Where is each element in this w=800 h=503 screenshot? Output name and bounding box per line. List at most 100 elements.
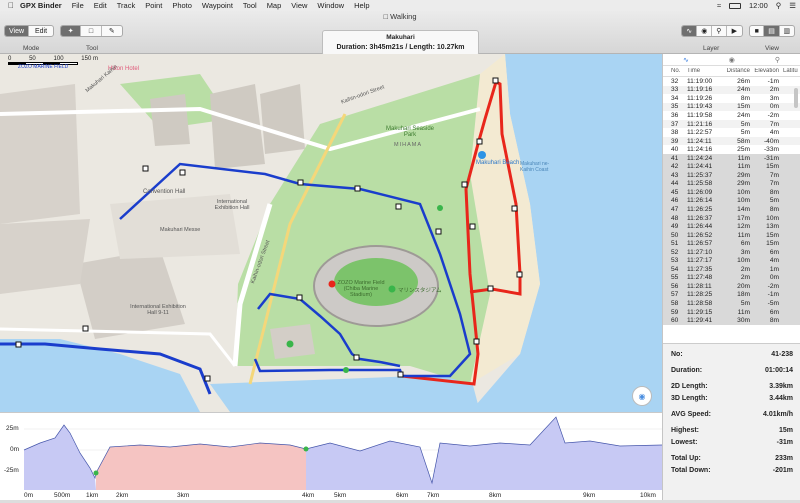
table-row[interactable]: 32 11:19:00 26m -1m: [663, 77, 800, 86]
track-end-marker[interactable]: [343, 367, 349, 373]
menu-photo[interactable]: Photo: [172, 1, 192, 10]
table-row[interactable]: 39 11:24:11 58m -40m: [663, 136, 800, 146]
table-row[interactable]: 54 11:27:35 2m 1m: [663, 265, 800, 274]
menu-waypoint[interactable]: Waypoint: [202, 1, 233, 10]
table-row[interactable]: 56 11:28:11 20m -2m: [663, 282, 800, 291]
stat-avg-speed: AVG Speed: 4.01km/h: [671, 411, 793, 418]
menu-app[interactable]: GPX Binder: [20, 1, 62, 10]
menu-edit[interactable]: Edit: [94, 1, 107, 10]
menu-file[interactable]: File: [72, 1, 84, 10]
table-row[interactable]: 50 11:26:52 11m 15m: [663, 230, 800, 240]
view-segment: ■ ▤ ▥: [749, 25, 795, 37]
table-row[interactable]: 35 11:19:43 15m 0m: [663, 102, 800, 112]
view-sidebar-icon[interactable]: ▥: [780, 26, 794, 36]
table-row[interactable]: 44 11:25:58 29m 7m: [663, 179, 800, 189]
table-row[interactable]: 48 11:26:37 17m 10m: [663, 213, 800, 223]
photo-tab-icon[interactable]: ◉: [729, 56, 735, 64]
table-row[interactable]: 43 11:25:37 29m 7m: [663, 171, 800, 180]
table-cell: 42: [671, 163, 679, 171]
table-row[interactable]: 59 11:29:15 11m 6m: [663, 307, 800, 317]
profile-chart[interactable]: [0, 413, 663, 501]
table-row[interactable]: 49 11:26:44 12m 13m: [663, 222, 800, 231]
table-cell: 11:28:58: [687, 299, 713, 307]
beach-poi-icon[interactable]: [478, 151, 486, 159]
col-elevation[interactable]: Elevation: [750, 68, 779, 74]
col-no[interactable]: No.: [663, 68, 683, 74]
menu-view[interactable]: View: [291, 1, 307, 10]
track-start-marker[interactable]: [437, 205, 443, 211]
table-row[interactable]: 42 11:24:41 11m 15m: [663, 162, 800, 172]
point-table[interactable]: 32 11:19:00 26m -1m 33 11:19:16 24m 2m 34 11:19:2…: [663, 77, 800, 325]
menu-help[interactable]: Help: [354, 1, 369, 10]
profile-start-marker[interactable]: [93, 470, 99, 476]
table-row[interactable]: 40 11:24:16 25m -33m: [663, 145, 800, 154]
menu-map[interactable]: Map: [267, 1, 282, 10]
apple-icon[interactable]: : [8, 1, 14, 10]
rectangle-tool-icon[interactable]: □: [81, 26, 102, 36]
scale-label: 50: [29, 56, 36, 62]
mode-edit-button[interactable]: Edit: [29, 26, 53, 36]
table-row[interactable]: 53 11:27:17 10m 4m: [663, 256, 800, 266]
menu-list-icon[interactable]: ☰: [789, 1, 796, 10]
col-distance[interactable]: Distance: [721, 68, 750, 74]
table-cell: 15m: [766, 231, 779, 239]
table-row[interactable]: 45 11:26:09 10m 8m: [663, 188, 800, 197]
mode-view-button[interactable]: View: [5, 26, 30, 36]
pen-tool-icon[interactable]: ✎: [102, 26, 122, 36]
track-layer-icon[interactable]: ∿: [682, 26, 698, 36]
menu-window[interactable]: Window: [317, 1, 344, 10]
table-row[interactable]: 41 11:24:24 11m -31m: [663, 153, 800, 163]
map-view[interactable]: 0 50 100 150 m ZOZO MARINE FIELD Hilton …: [0, 54, 662, 412]
table-row[interactable]: 46 11:26:14 10m 5m: [663, 196, 800, 206]
table-cell: 50: [671, 231, 679, 239]
wifi-icon[interactable]: ≈: [717, 1, 721, 10]
waypoint-layer-icon[interactable]: ⚲: [712, 26, 727, 36]
window-toolbar: □ Walking View Edit Mode ✦ □ ✎ Tool Maku…: [0, 11, 800, 56]
table-row[interactable]: 37 11:21:16 5m 7m: [663, 119, 800, 129]
table-cell: 2m: [740, 274, 750, 282]
view-label: View: [765, 45, 779, 52]
table-row[interactable]: 38 11:22:57 5m 4m: [663, 128, 800, 137]
sidebar-tabs: ∿ ◉ ⚲: [663, 54, 800, 66]
table-cell: 7m: [769, 180, 779, 188]
menu-track[interactable]: Track: [117, 1, 135, 10]
map-label: International Exhibition Hall 9-11: [130, 304, 186, 316]
map-canvas[interactable]: [0, 54, 662, 412]
pointer-tool-icon[interactable]: ✦: [61, 26, 82, 36]
clock[interactable]: 12:00: [749, 1, 768, 10]
stat-lowest: Lowest: -31m: [671, 439, 793, 446]
extra-layer-icon[interactable]: ▶: [727, 26, 742, 36]
table-row[interactable]: 58 11:28:58 5m -5m: [663, 299, 800, 308]
building-tower: [260, 84, 305, 154]
waypoint-tab-icon[interactable]: ⚲: [775, 56, 780, 64]
table-row[interactable]: 51 11:26:57 6m 15m: [663, 239, 800, 248]
table-row[interactable]: 57 11:28:25 18m -1m: [663, 290, 800, 300]
view-split-icon[interactable]: ▤: [764, 26, 780, 36]
col-latitude[interactable]: Latitu: [779, 68, 799, 74]
photo-layer-icon[interactable]: ◉: [697, 26, 713, 36]
view-map-icon[interactable]: ■: [750, 26, 765, 36]
table-row[interactable]: 47 11:26:25 14m 8m: [663, 205, 800, 214]
table-row[interactable]: 60 11:29:41 30m 8m: [663, 316, 800, 325]
station-poi-icon[interactable]: [388, 285, 396, 293]
menu-tool[interactable]: Tool: [243, 1, 257, 10]
table-row[interactable]: 33 11:19:16 24m 2m: [663, 85, 800, 95]
table-row[interactable]: 55 11:27:48 2m 0m: [663, 273, 800, 283]
table-cell: 59: [671, 308, 679, 316]
table-cell: 20m: [737, 282, 750, 290]
table-cell: 36: [671, 111, 679, 119]
battery-icon[interactable]: [728, 2, 741, 9]
table-cell: 11:22:57: [687, 129, 713, 137]
elevation-profile[interactable]: 25m 0m -25m 0m 500m 1km 2km 3km 4km 5km …: [0, 412, 663, 501]
search-icon[interactable]: ⚲: [776, 1, 782, 10]
table-scrollbar[interactable]: [794, 88, 798, 108]
park-poi-icon[interactable]: [286, 340, 294, 348]
profile-end-marker[interactable]: [303, 446, 309, 452]
map-compass-button[interactable]: ◉: [632, 386, 652, 406]
track-tab-icon[interactable]: ∿: [683, 56, 689, 64]
menu-point[interactable]: Point: [145, 1, 162, 10]
table-row[interactable]: 36 11:19:58 24m -2m: [663, 111, 800, 120]
table-row[interactable]: 34 11:19:26 8m 3m: [663, 94, 800, 103]
col-time[interactable]: Time: [683, 68, 721, 74]
table-row[interactable]: 52 11:27:10 3m 6m: [663, 247, 800, 257]
